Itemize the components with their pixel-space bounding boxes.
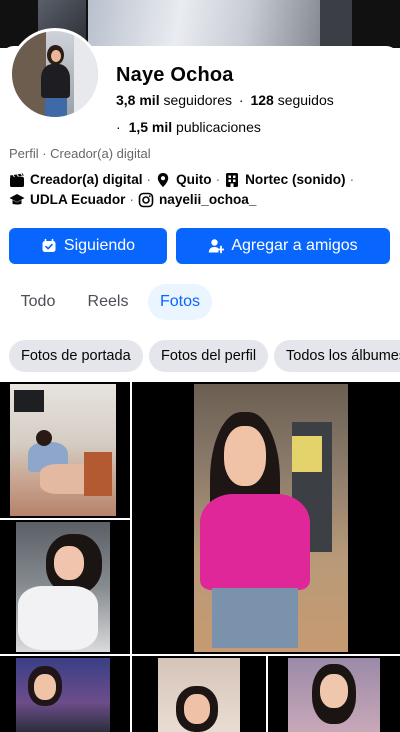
profile-tabs: Todo Reels Fotos	[0, 284, 400, 320]
tab-reels[interactable]: Reels	[78, 284, 138, 320]
photo-thumbnail[interactable]	[0, 656, 130, 732]
cover-photo-segment	[88, 0, 350, 48]
photo-grid	[0, 382, 400, 732]
location-pin-icon	[155, 172, 171, 188]
detail-text: Creador(a) digital	[30, 172, 143, 187]
chip-profile-photos[interactable]: Fotos del perfil	[149, 340, 269, 372]
posts-stats: · 1,5 mil publicaciones	[116, 119, 261, 135]
photo-thumbnail[interactable]	[132, 382, 400, 654]
detail-text[interactable]: nayelii_ochoa_	[159, 190, 256, 210]
profile-name: Naye Ochoa	[116, 64, 234, 86]
details-line: UDLA Ecuador · nayelii_ochoa_	[9, 190, 394, 210]
followers-count[interactable]: 3,8 mil	[116, 92, 160, 108]
posts-count: 1,5 mil	[128, 119, 173, 135]
following-button-label: Siguiendo	[63, 237, 136, 254]
avatar[interactable]	[9, 28, 101, 120]
photo-filter-chips: Fotos de portada Fotos del perfil Todos …	[0, 340, 400, 372]
building-icon	[224, 172, 240, 188]
photo-thumbnail[interactable]	[0, 382, 130, 518]
followers-label[interactable]: seguidores	[163, 92, 232, 108]
profile-details: Creador(a) digital · Quito · Nortec (son…	[9, 170, 394, 210]
clapperboard-icon	[9, 172, 25, 188]
chip-cover-photos[interactable]: Fotos de portada	[9, 340, 143, 372]
following-count[interactable]: 128	[250, 92, 273, 108]
following-button[interactable]: Siguiendo	[9, 228, 167, 264]
chip-all-albums[interactable]: Todos los álbumes	[274, 340, 400, 372]
instagram-icon	[138, 192, 154, 208]
photo-thumbnail[interactable]	[0, 520, 130, 654]
graduation-cap-icon	[9, 192, 25, 208]
photo-thumbnail[interactable]	[268, 656, 400, 732]
photo-thumbnail[interactable]	[132, 656, 266, 732]
profile-subtitle: Perfil · Creador(a) digital	[9, 146, 151, 161]
follow-stats: 3,8 mil seguidores · 128 seguidos	[116, 92, 334, 108]
following-check-icon	[41, 238, 57, 254]
detail-text[interactable]: Quito	[176, 170, 212, 190]
stats-separator: ·	[238, 92, 244, 108]
add-friend-icon	[208, 238, 226, 254]
cover-photo-segment	[320, 0, 352, 48]
following-label[interactable]: seguidos	[278, 92, 334, 108]
detail-text[interactable]: UDLA Ecuador	[30, 190, 125, 210]
avatar-image	[12, 31, 98, 117]
tab-fotos[interactable]: Fotos	[148, 284, 212, 320]
posts-label: publicaciones	[176, 119, 261, 135]
add-friend-button-label: Agregar a amigos	[231, 237, 358, 254]
tab-todo[interactable]: Todo	[10, 284, 66, 320]
stats-separator: ·	[116, 119, 121, 135]
detail-text[interactable]: Nortec (sonido)	[245, 170, 345, 190]
details-line: Creador(a) digital · Quito · Nortec (son…	[9, 170, 394, 190]
add-friend-button[interactable]: Agregar a amigos	[176, 228, 390, 264]
